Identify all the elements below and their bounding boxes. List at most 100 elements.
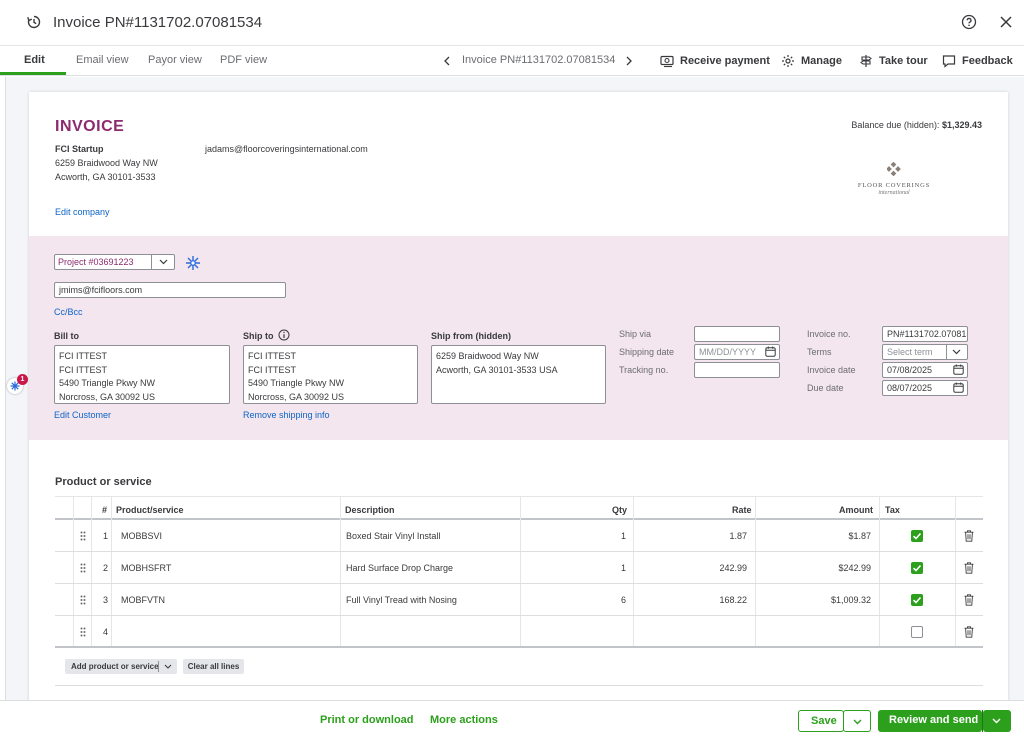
add-product-label: Add product or service [71, 662, 159, 671]
row-rate[interactable]: 1.87 [634, 531, 747, 541]
row-description[interactable]: Full Vinyl Tread with Nosing [346, 595, 457, 605]
balance-due-label: Balance due (hidden): [851, 120, 940, 130]
drag-handle-icon[interactable] [80, 627, 86, 637]
trash-icon[interactable] [964, 530, 974, 542]
feedback-button[interactable]: Feedback [942, 52, 1013, 70]
edit-customer-link[interactable]: Edit Customer [54, 410, 111, 420]
chevron-down-icon [952, 349, 961, 355]
cc-bcc-link[interactable]: Cc/Bcc [54, 307, 83, 317]
bill-to-line: FCI ITTEST [59, 364, 107, 375]
checkmark-icon [912, 596, 922, 604]
row-qty[interactable]: 1 [521, 531, 626, 541]
section-divider [55, 685, 983, 686]
balance-due: Balance due (hidden): $1,329.43 [851, 120, 982, 130]
ship-via-field[interactable] [694, 326, 780, 342]
tax-checkbox[interactable] [911, 594, 923, 606]
manage-button[interactable]: Manage [781, 52, 842, 70]
customer-section [29, 236, 1008, 440]
tab-payor-view[interactable]: Payor view [148, 54, 202, 66]
ship-via-label: Ship via [619, 329, 652, 339]
sparkle-icon[interactable] [185, 255, 201, 271]
save-options-button[interactable] [843, 710, 871, 732]
row-product[interactable]: MOBFVTN [121, 595, 165, 605]
close-icon[interactable] [998, 14, 1014, 30]
tab-email-view[interactable]: Email view [76, 54, 129, 66]
customer-email-field[interactable]: jmims@fcifloors.com [54, 282, 286, 298]
table-row[interactable]: 1 MOBBSVI Boxed Stair Vinyl Install 1 1.… [55, 520, 983, 552]
row-description[interactable]: Hard Surface Drop Charge [346, 563, 453, 573]
tax-checkbox[interactable] [911, 562, 923, 574]
tab-pdf-view[interactable]: PDF view [220, 54, 267, 66]
edit-company-link[interactable]: Edit company [55, 207, 110, 217]
help-icon[interactable] [961, 14, 977, 30]
terms-label: Terms [807, 347, 832, 357]
chevron-down-icon[interactable] [164, 664, 172, 669]
table-row[interactable]: 4 [55, 616, 983, 648]
ship-to-address-field[interactable]: FCI ITTEST FCI ITTEST 5490 Triangle Pkwy… [243, 345, 418, 404]
more-actions-link[interactable]: More actions [430, 714, 498, 726]
history-icon[interactable] [26, 14, 42, 30]
ship-to-line: FCI ITTEST [248, 351, 296, 361]
view-tabs: Edit Email view Payor view PDF view Invo… [0, 46, 1024, 76]
bill-to-line: Norcross, GA 30092 US [59, 391, 156, 402]
col-num: # [102, 505, 108, 515]
col-description: Description [345, 505, 395, 515]
info-icon[interactable] [278, 329, 290, 341]
ship-from-line: Acworth, GA 30101-3533 USA [436, 364, 558, 375]
bill-to-address-field[interactable]: FCI ITTEST FCI ITTEST 5490 Triangle Pkwy… [54, 345, 230, 404]
row-product[interactable]: MOBHSFRT [121, 563, 171, 573]
signpost-icon [860, 55, 872, 67]
row-qty[interactable]: 1 [521, 563, 626, 573]
chevron-right-icon[interactable] [625, 56, 633, 66]
review-options-button[interactable] [983, 710, 1011, 732]
calendar-icon[interactable] [953, 364, 964, 375]
tax-checkbox[interactable] [911, 530, 923, 542]
row-number: 3 [103, 595, 109, 605]
add-product-button[interactable]: Add product or service [65, 659, 177, 674]
drag-handle-icon[interactable] [80, 595, 86, 605]
project-value: Project #03691223 [58, 257, 134, 267]
ship-to-line: Norcross, GA 30092 US [248, 391, 345, 402]
tab-edit[interactable]: Edit [24, 54, 45, 66]
review-and-send-button[interactable]: Review and send [878, 710, 982, 732]
calendar-icon[interactable] [953, 382, 964, 393]
tracking-field[interactable] [694, 362, 780, 378]
ship-from-line: 6259 Braidwood Way NW [436, 351, 539, 361]
tax-checkbox[interactable] [911, 626, 923, 638]
table-row[interactable]: 2 MOBHSFRT Hard Surface Drop Charge 1 24… [55, 552, 983, 584]
receive-payment-button[interactable]: Receive payment [660, 52, 770, 70]
remove-shipping-link[interactable]: Remove shipping info [243, 410, 330, 420]
trash-icon[interactable] [964, 626, 974, 638]
col-product: Product/service [116, 505, 184, 515]
company-email: jadams@floorcoveringsinternational.com [205, 144, 368, 154]
row-qty[interactable]: 6 [521, 595, 626, 605]
ship-from-address-field[interactable]: 6259 Braidwood Way NW Acworth, GA 30101-… [431, 345, 606, 404]
row-amount: $242.99 [838, 563, 871, 573]
row-description[interactable]: Boxed Stair Vinyl Install [346, 531, 440, 541]
row-product[interactable]: MOBBSVI [121, 531, 162, 541]
project-select[interactable]: Project #03691223 [54, 254, 175, 270]
drag-handle-icon[interactable] [80, 531, 86, 541]
clear-all-lines-button[interactable]: Clear all lines [183, 659, 244, 674]
chevron-left-icon[interactable] [443, 56, 451, 66]
row-rate[interactable]: 242.99 [634, 563, 747, 573]
print-download-link[interactable]: Print or download [320, 714, 414, 726]
table-row[interactable]: 3 MOBFVTN Full Vinyl Tread with Nosing 6… [55, 584, 983, 616]
gear-icon [782, 55, 794, 67]
row-number: 1 [103, 531, 109, 541]
products-section-title: Product or service [55, 476, 152, 488]
trash-icon[interactable] [964, 562, 974, 574]
take-tour-button[interactable]: Take tour [859, 52, 928, 70]
chevron-down-icon [159, 259, 168, 265]
save-button[interactable]: Save [798, 710, 844, 732]
calendar-icon[interactable] [765, 346, 776, 357]
row-amount: $1.87 [848, 531, 871, 541]
balance-due-value: $1,329.43 [941, 120, 982, 130]
invoice-no-field[interactable]: PN#1131702.07081534 [882, 326, 968, 342]
drag-handle-icon[interactable] [80, 563, 86, 573]
checkmark-icon [912, 532, 922, 540]
trash-icon[interactable] [964, 594, 974, 606]
row-rate[interactable]: 168.22 [634, 595, 747, 605]
active-tab-indicator [0, 72, 66, 75]
save-label: Save [811, 715, 837, 727]
